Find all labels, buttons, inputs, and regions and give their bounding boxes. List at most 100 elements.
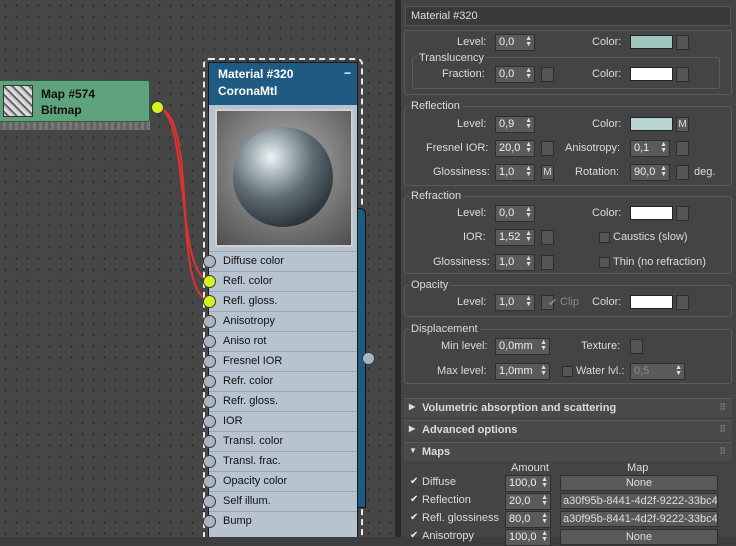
refl-gloss-map-button[interactable]: M xyxy=(541,165,554,180)
opacity-color-swatch[interactable] xyxy=(630,295,673,309)
refr-level-spinner[interactable]: 0,0 ▲ ▼ xyxy=(495,205,535,222)
material-slot[interactable]: Refl. color xyxy=(203,271,357,291)
rotation-spinner[interactable]: 90,0 ▲ ▼ xyxy=(630,164,670,181)
map-slot-name: Refl. glossiness xyxy=(422,512,500,524)
input-socket[interactable] xyxy=(203,435,216,448)
map-amount-spinner[interactable]: 80,0 ▲ ▼ xyxy=(505,511,551,528)
anisotropy-label: Anisotropy: xyxy=(565,142,621,154)
refl-gloss-spinner[interactable]: 1,0 ▲ ▼ xyxy=(495,164,535,181)
input-socket[interactable] xyxy=(203,395,216,408)
refl-gloss-label: Glossiness: xyxy=(433,166,490,178)
clip-check-icon[interactable]: ✔ xyxy=(548,296,557,309)
diffuse-level-spinner[interactable]: 0,0 ▲ ▼ xyxy=(495,34,535,51)
caustics-checkbox[interactable] xyxy=(599,232,610,243)
material-slot[interactable]: Self illum. xyxy=(203,491,357,511)
map-assign-button[interactable]: None xyxy=(560,529,718,545)
map-amount-spinner[interactable]: 100,0 ▲ ▼ xyxy=(505,529,551,546)
reflection-label: Reflection xyxy=(409,100,462,112)
water-level-spinner[interactable]: 0,5 ▲ ▼ xyxy=(630,363,685,380)
material-slot[interactable]: Refr. gloss. xyxy=(203,391,357,411)
input-socket[interactable] xyxy=(203,315,216,328)
material-node-header[interactable]: Material #320 CoronaMtl − xyxy=(209,63,357,105)
material-slot[interactable]: Anisotropy xyxy=(203,311,357,331)
thin-checkbox[interactable] xyxy=(599,257,610,268)
refl-level-spinner[interactable]: 0,9 ▲ ▼ xyxy=(495,116,535,133)
input-socket[interactable] xyxy=(203,455,216,468)
ior-map-button[interactable] xyxy=(541,230,554,245)
translucency-color-swatch[interactable] xyxy=(630,67,673,81)
material-slot[interactable]: Fresnel IOR xyxy=(203,351,357,371)
min-level-spinner[interactable]: 0,0mm ▲ ▼ xyxy=(495,338,550,355)
map-enabled-checkbox[interactable]: ✔ xyxy=(410,494,418,505)
material-node[interactable]: Material #320 CoronaMtl − Diffuse color R… xyxy=(203,62,358,537)
max-level-spinner[interactable]: 1,0mm ▲ ▼ xyxy=(495,363,550,380)
rollout-volumetric[interactable]: ▶ Volumetric absorption and scattering ⠿ xyxy=(404,398,732,417)
input-socket[interactable] xyxy=(203,375,216,388)
input-socket[interactable] xyxy=(203,335,216,348)
rollout-maps[interactable]: ▼ Maps ⠿ xyxy=(404,442,732,461)
input-socket[interactable] xyxy=(203,515,216,528)
material-slot[interactable]: Bump xyxy=(203,511,357,531)
map-header: Map xyxy=(627,462,649,474)
slot-label: Diffuse color xyxy=(223,255,284,267)
texture-map-button[interactable] xyxy=(630,339,643,354)
refr-gloss-spinner[interactable]: 1,0 ▲ ▼ xyxy=(495,254,535,271)
minimize-icon[interactable]: − xyxy=(344,65,351,82)
map-enabled-checkbox[interactable]: ✔ xyxy=(410,476,418,487)
node-editor-canvas[interactable]: Map #574 Bitmap Material #320 CoronaMtl … xyxy=(0,0,395,537)
material-name-field[interactable]: Material #320 xyxy=(405,6,731,26)
material-slot[interactable]: Opacity color xyxy=(203,471,357,491)
map-amount-spinner[interactable]: 20,0 ▲ ▼ xyxy=(505,493,551,510)
input-socket[interactable] xyxy=(203,355,216,368)
input-socket[interactable] xyxy=(203,495,216,508)
fresnel-ior-spinner[interactable]: 20,0 ▲ ▼ xyxy=(495,140,535,157)
translucency-map-button[interactable] xyxy=(676,67,689,82)
water-level-checkbox[interactable] xyxy=(562,366,573,377)
diffuse-level-label: Level: xyxy=(457,36,487,48)
refr-color-swatch[interactable] xyxy=(630,206,673,220)
input-socket[interactable] xyxy=(203,275,216,288)
fraction-spinner[interactable]: 0,0 ▲ ▼ xyxy=(495,66,535,83)
opacity-level-spinner[interactable]: 1,0 ▲ ▼ xyxy=(495,294,535,311)
material-slot[interactable]: IOR xyxy=(203,411,357,431)
material-slot[interactable]: Transl. color xyxy=(203,431,357,451)
map-assign-button[interactable]: a30f95b-8441-4d2f-9222-33bc4 xyxy=(560,493,718,509)
opacity-color-map-button[interactable] xyxy=(676,295,689,310)
input-socket[interactable] xyxy=(203,415,216,428)
rotation-label: Rotation: xyxy=(575,166,620,178)
map-assign-button[interactable]: a30f95b-8441-4d2f-9222-33bc4 xyxy=(560,511,718,527)
fresnel-map-button[interactable] xyxy=(541,141,554,156)
input-socket[interactable] xyxy=(203,255,216,268)
map-enabled-checkbox[interactable]: ✔ xyxy=(410,530,418,541)
material-slot[interactable]: Refl. gloss. xyxy=(203,291,357,311)
diffuse-color-swatch[interactable] xyxy=(630,35,673,49)
map-slot-name: Anisotropy xyxy=(422,530,474,542)
anisotropy-map-button[interactable] xyxy=(676,141,689,156)
slot-label: Self illum. xyxy=(223,495,271,507)
refr-gloss-label: Glossiness: xyxy=(433,256,490,268)
slot-label: Transl. frac. xyxy=(223,455,281,467)
map-output-socket[interactable] xyxy=(151,101,164,114)
map-enabled-checkbox[interactable]: ✔ xyxy=(410,512,418,523)
rotation-map-button[interactable] xyxy=(676,165,689,180)
map-assign-button[interactable]: None xyxy=(560,475,718,491)
anisotropy-spinner[interactable]: 0,1 ▲ ▼ xyxy=(630,140,670,157)
refl-color-map-button[interactable]: M xyxy=(676,117,689,132)
material-slot[interactable]: Aniso rot xyxy=(203,331,357,351)
map-amount-spinner[interactable]: 100,0 ▲ ▼ xyxy=(505,475,551,492)
material-slot[interactable]: Transl. frac. xyxy=(203,451,357,471)
material-output-socket[interactable] xyxy=(362,352,375,365)
input-socket[interactable] xyxy=(203,475,216,488)
diffuse-map-button[interactable] xyxy=(676,35,689,50)
refr-gloss-map-button[interactable] xyxy=(541,255,554,270)
material-slot[interactable]: Diffuse color xyxy=(203,251,357,271)
refr-color-map-button[interactable] xyxy=(676,206,689,221)
ior-spinner[interactable]: 1,52 ▲ ▼ xyxy=(495,229,535,246)
material-slot[interactable]: Refr. color xyxy=(203,371,357,391)
rollout-advanced[interactable]: ▶ Advanced options ⠿ xyxy=(404,420,732,439)
refl-color-swatch[interactable] xyxy=(630,117,673,131)
map-node[interactable]: Map #574 Bitmap xyxy=(0,80,150,122)
fraction-map-button[interactable] xyxy=(541,67,554,82)
input-socket[interactable] xyxy=(203,295,216,308)
refraction-label: Refraction xyxy=(409,190,464,202)
